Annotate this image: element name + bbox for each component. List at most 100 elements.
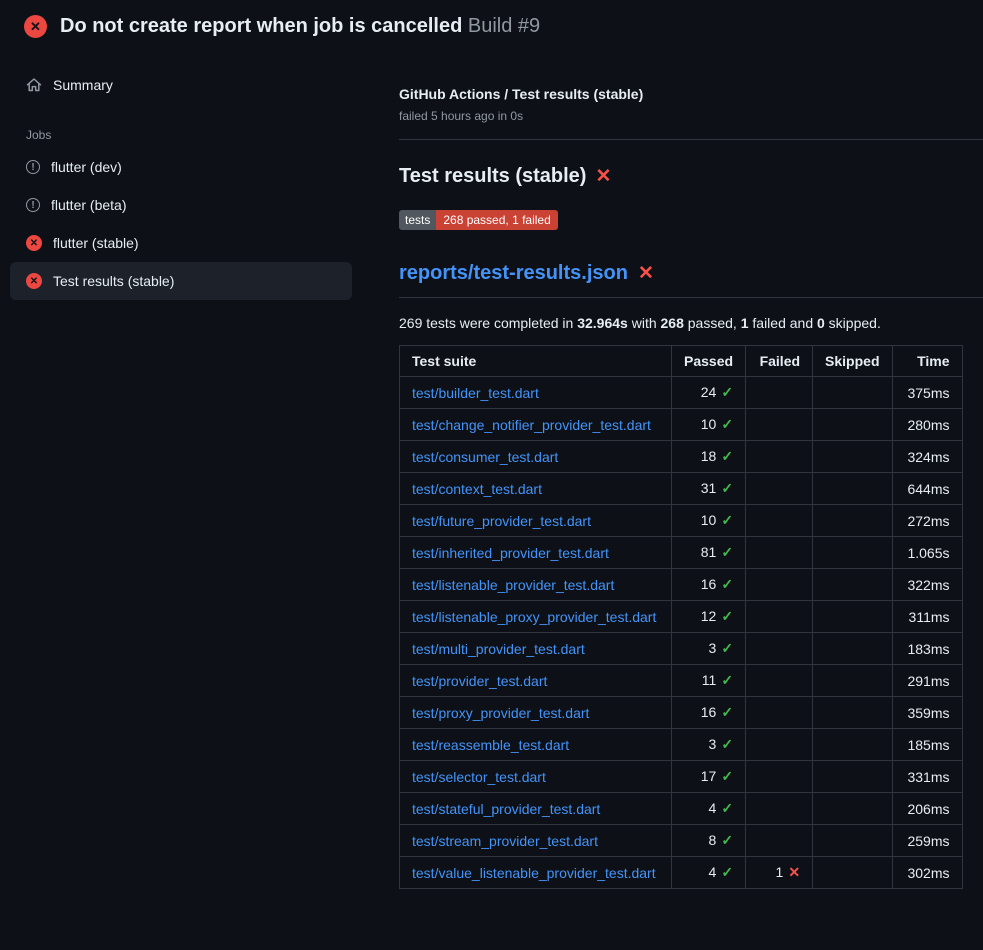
pass-check-icon: ✓ [721,416,733,432]
job-failed-icon: ✕ [26,273,42,289]
test-time: 280ms [892,409,962,441]
failed-x-icon: ✕ [595,165,611,188]
tests-badge-value: 268 passed, 1 failed [436,210,557,230]
pass-check-icon: ✓ [721,448,733,464]
table-row: test/listenable_proxy_provider_test.dart… [400,601,963,633]
pass-check-icon: ✓ [721,768,733,784]
job-label: flutter (stable) [53,235,139,251]
job-failed-icon: ✕ [26,235,42,251]
pass-check-icon: ✓ [721,480,733,496]
test-suite-link[interactable]: test/future_provider_test.dart [412,513,591,529]
pass-check-icon: ✓ [721,640,733,656]
section-title: Test results (stable) ✕ [399,165,983,188]
fail-x-icon: ✕ [788,864,800,880]
test-suite-link[interactable]: test/change_notifier_provider_test.dart [412,417,651,433]
pass-check-icon: ✓ [721,544,733,560]
test-suite-link[interactable]: test/multi_provider_test.dart [412,641,585,657]
pass-check-icon: ✓ [721,704,733,720]
divider [399,139,983,140]
table-row: test/consumer_test.dart18✓324ms [400,441,963,473]
test-time: 324ms [892,441,962,473]
column-header: Passed [672,346,746,377]
test-suite-link[interactable]: test/reassemble_test.dart [412,737,569,753]
table-row: test/change_notifier_provider_test.dart1… [400,409,963,441]
table-row: test/selector_test.dart17✓331ms [400,761,963,793]
sidebar-job-item[interactable]: ✕ Test results (stable) [10,262,352,300]
test-suite-link[interactable]: test/context_test.dart [412,481,542,497]
jobs-list: ! flutter (dev)! flutter (beta) ✕ flutter (s… [10,148,352,300]
tests-summary-text: 269 tests were completed in 32.964s with… [399,315,983,331]
pass-check-icon: ✓ [721,608,733,624]
test-suite-link[interactable]: test/provider_test.dart [412,673,547,689]
tests-badge: tests 268 passed, 1 failed [399,210,558,230]
pass-check-icon: ✓ [721,672,733,688]
column-header: Skipped [813,346,892,377]
test-time: 259ms [892,825,962,857]
test-time: 375ms [892,377,962,409]
table-row: test/proxy_provider_test.dart16✓359ms [400,697,963,729]
table-row: test/builder_test.dart24✓375ms [400,377,963,409]
test-time: 359ms [892,697,962,729]
table-row: test/provider_test.dart11✓291ms [400,665,963,697]
section-title-text: Test results (stable) [399,165,586,188]
test-time: 311ms [892,601,962,633]
pass-check-icon: ✓ [721,512,733,528]
test-suite-link[interactable]: test/listenable_provider_test.dart [412,577,614,593]
test-time: 302ms [892,857,962,889]
pass-check-icon: ✓ [721,384,733,400]
main-content: GitHub Actions / Test results (stable) f… [375,50,983,889]
pass-check-icon: ✓ [721,800,733,816]
test-suite-link[interactable]: test/builder_test.dart [412,385,539,401]
table-row: test/future_provider_test.dart10✓272ms [400,505,963,537]
test-suite-link[interactable]: test/listenable_proxy_provider_test.dart [412,609,656,625]
sidebar-item-summary[interactable]: Summary [10,66,352,104]
test-time: 272ms [892,505,962,537]
column-header: Test suite [400,346,672,377]
test-suite-link[interactable]: test/inherited_provider_test.dart [412,545,609,561]
test-suite-link[interactable]: test/stream_provider_test.dart [412,833,598,849]
test-time: 206ms [892,793,962,825]
table-row: test/stream_provider_test.dart8✓259ms [400,825,963,857]
table-row: test/listenable_provider_test.dart16✓322… [400,569,963,601]
breadcrumb: GitHub Actions / Test results (stable) [399,86,983,102]
job-cancelled-icon: ! [26,160,40,174]
job-label: Test results (stable) [53,273,174,289]
test-results-table: Test suitePassedFailedSkippedTimetest/bu… [399,345,963,889]
report-file-link[interactable]: reports/test-results.json [399,262,628,285]
sidebar-job-item[interactable]: ! flutter (beta) [10,186,352,224]
test-time: 183ms [892,633,962,665]
run-title-text: Do not create report when job is cancell… [60,15,462,37]
table-row: test/multi_provider_test.dart3✓183ms [400,633,963,665]
home-icon [26,77,42,93]
sidebar-job-item[interactable]: ! flutter (dev) [10,148,352,186]
pass-check-icon: ✓ [721,832,733,848]
report-heading: reports/test-results.json ✕ [399,262,983,298]
test-suite-link[interactable]: test/selector_test.dart [412,769,546,785]
table-row: test/stateful_provider_test.dart4✓206ms [400,793,963,825]
build-number: Build #9 [468,15,540,37]
job-label: flutter (dev) [51,159,122,175]
table-row: test/reassemble_test.dart3✓185ms [400,729,963,761]
test-suite-link[interactable]: test/consumer_test.dart [412,449,558,465]
pass-check-icon: ✓ [721,864,733,880]
test-suite-link[interactable]: test/value_listenable_provider_test.dart [412,865,656,881]
test-time: 291ms [892,665,962,697]
test-suite-link[interactable]: test/stateful_provider_test.dart [412,801,600,817]
job-cancelled-icon: ! [26,198,40,212]
column-header: Failed [746,346,813,377]
test-time: 1.065s [892,537,962,569]
sidebar-summary-label: Summary [53,77,113,93]
pass-check-icon: ✓ [721,576,733,592]
jobs-section-label: Jobs [26,128,352,142]
tests-badge-label: tests [399,210,436,230]
job-label: flutter (beta) [51,197,126,213]
table-row: test/value_listenable_provider_test.dart… [400,857,963,889]
test-time: 185ms [892,729,962,761]
page-title: Do not create report when job is cancell… [60,15,540,38]
test-time: 322ms [892,569,962,601]
run-failed-icon: ✕ [24,15,47,38]
table-row: test/context_test.dart31✓644ms [400,473,963,505]
sidebar-job-item[interactable]: ✕ flutter (stable) [10,224,352,262]
pass-check-icon: ✓ [721,736,733,752]
test-suite-link[interactable]: test/proxy_provider_test.dart [412,705,589,721]
